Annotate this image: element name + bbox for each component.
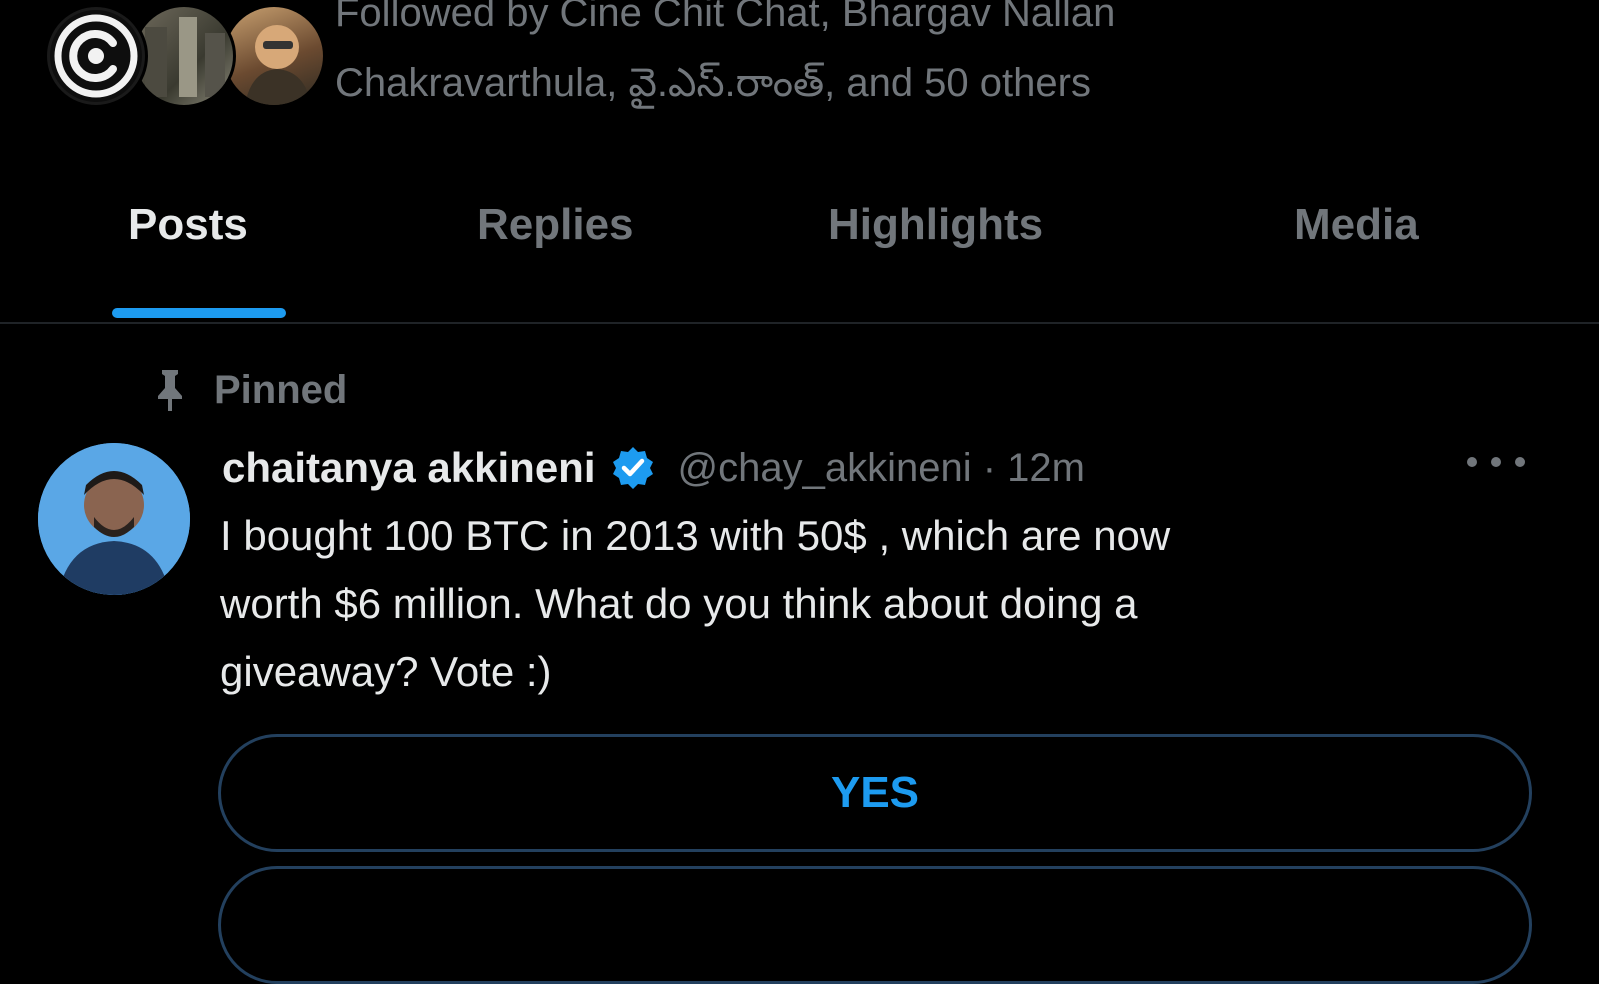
followed-by-row[interactable]: Followed by Cine Chit Chat, Bhargav Nall… <box>0 0 1599 150</box>
follower-avatars[interactable] <box>44 4 326 114</box>
poll-option-button[interactable] <box>218 866 1532 984</box>
author-handle-time[interactable]: @chay_akkineni · 12m <box>678 446 1085 491</box>
more-dots-icon[interactable] <box>1462 450 1530 474</box>
active-tab-indicator <box>112 308 286 318</box>
pinned-label: Pinned <box>150 362 347 418</box>
logo-icon <box>50 10 142 102</box>
poll-option-yes-button[interactable]: YES <box>218 734 1532 852</box>
follower-avatar-photo[interactable] <box>222 4 326 108</box>
post-text-line: I bought 100 BTC in 2013 with 50$ , whic… <box>220 512 1171 559</box>
pinned-text: Pinned <box>214 367 348 412</box>
verified-badge-icon <box>612 447 653 489</box>
post-text: I bought 100 BTC in 2013 with 50$ , whic… <box>220 502 1470 706</box>
tab-posts[interactable]: Posts <box>128 200 248 280</box>
follower-avatar-logo[interactable] <box>44 4 148 108</box>
post-header: chaitanya akkineni @chay_akkineni · 12m <box>222 438 1085 498</box>
pin-icon <box>158 370 182 411</box>
followed-by-line-1: Followed by Cine Chit Chat, Bhargav Nall… <box>335 0 1116 35</box>
tab-media[interactable]: Media <box>1294 200 1419 280</box>
author-name[interactable]: chaitanya akkineni <box>222 444 596 492</box>
author-avatar[interactable] <box>38 443 190 595</box>
photo-icon <box>145 17 225 97</box>
tab-highlights[interactable]: Highlights <box>828 200 1043 280</box>
followed-by-line-2: Chakravarthula, వై.ఎస్.రాంత్, and 50 oth… <box>335 61 1091 105</box>
author-photo-icon <box>38 443 190 595</box>
person-photo-icon <box>245 25 311 105</box>
tab-replies[interactable]: Replies <box>477 200 634 280</box>
followed-by-text[interactable]: Followed by Cine Chit Chat, Bhargav Nall… <box>335 0 1335 118</box>
profile-tabs: Posts Replies Highlights Media <box>0 190 1599 324</box>
post-text-line: giveaway? Vote :) <box>220 648 552 695</box>
post-text-line: worth $6 million. What do you think abou… <box>220 580 1138 627</box>
